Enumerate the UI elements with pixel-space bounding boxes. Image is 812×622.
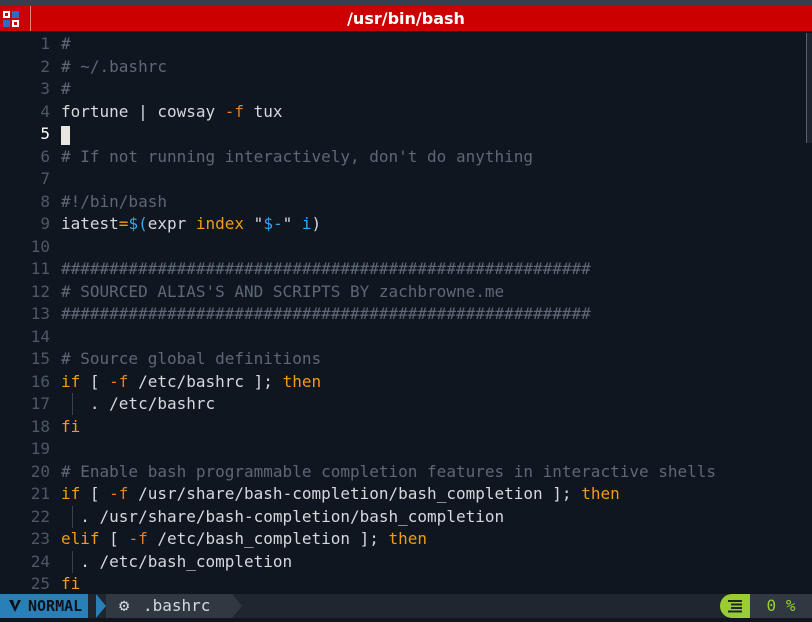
line-number: 6 [40, 146, 50, 166]
code-line[interactable]: 22 . /usr/share/bash-completion/bash_com… [0, 505, 806, 528]
line-number: 9 [40, 214, 50, 233]
line-number: 25 [30, 574, 50, 592]
line-number: 3 [40, 79, 50, 98]
line-text: # [61, 34, 71, 53]
line-text: # ~/.bashrc [61, 56, 167, 76]
line-number: 17 [30, 394, 50, 413]
text-cursor [61, 126, 70, 145]
code-line[interactable]: 4 fortune | cowsay -f tux [0, 101, 806, 123]
code-line[interactable]: 11 ######################################… [0, 258, 806, 280]
code-line[interactable]: 1 # [0, 33, 806, 55]
line-text: #!/bin/bash [61, 191, 167, 211]
line-number: 16 [30, 371, 50, 391]
scrollbar-thumb[interactable] [806, 33, 812, 143]
code-line[interactable]: 8 #!/bin/bash [0, 191, 806, 213]
line-text: # SOURCED ALIAS'S AND SCRIPTS BY zachbro… [61, 281, 505, 301]
scroll-percent: 0 % [750, 594, 812, 618]
code-line[interactable]: 24 . /etc/bash_completion [0, 550, 806, 573]
line-number: 10 [30, 236, 50, 256]
mode-label: NORMAL [28, 597, 83, 615]
line-text: fi [61, 574, 81, 592]
code-line[interactable]: 5 [0, 123, 806, 145]
line-number: 22 [30, 506, 50, 526]
file-name: .bashrc [143, 596, 211, 615]
code-line[interactable]: 6 # If not running interactively, don't d… [0, 146, 806, 168]
indent-guide [72, 505, 73, 528]
line-number: 24 [30, 551, 50, 571]
line-number: 8 [40, 191, 50, 211]
window-title: /usr/bin/bash [347, 9, 465, 28]
line-number: 14 [30, 326, 50, 346]
window-bottom-border [0, 618, 812, 622]
line-number: 15 [30, 349, 50, 368]
line-number: 7 [40, 169, 50, 188]
line-number: 23 [30, 529, 50, 548]
line-text: if [ -f /etc/bashrc ]; then [61, 371, 322, 391]
line-number: 21 [30, 484, 50, 503]
line-number: 11 [30, 259, 50, 278]
lines-icon [728, 600, 742, 613]
line-text: if [ -f /usr/share/bash-completion/bash_… [61, 484, 620, 503]
line-text: iatest=$(expr index "$-" i) [61, 214, 322, 233]
line-text: ########################################… [61, 304, 591, 323]
line-number: 1 [40, 34, 50, 53]
status-line: NORMAL ⚙ .bashrc 0 % [0, 594, 812, 618]
line-text: # Source global definitions [61, 349, 322, 368]
line-number: 13 [30, 304, 50, 323]
line-number: 20 [30, 461, 50, 481]
code-line[interactable]: 9 iatest=$(expr index "$-" i) [0, 213, 806, 235]
code-line[interactable]: 16 if [ -f /etc/bashrc ]; then [0, 371, 806, 393]
code-line[interactable]: 21 if [ -f /usr/share/bash-completion/bas… [0, 483, 806, 505]
code-line[interactable]: 10 [0, 236, 806, 258]
vim-icon [8, 594, 22, 618]
line-number: 18 [30, 416, 50, 436]
line-number: 2 [40, 56, 50, 76]
code-line[interactable]: 14 [0, 326, 806, 348]
line-text: elif [ -f /etc/bash_completion ]; then [61, 529, 428, 548]
line-text: fortune | cowsay -f tux [61, 101, 283, 121]
indent-guide [72, 393, 73, 415]
code-line[interactable]: 17 . /etc/bashrc [0, 393, 806, 415]
line-number: 5 [40, 124, 50, 143]
code-line[interactable]: 12 # SOURCED ALIAS'S AND SCRIPTS BY zachb… [0, 281, 806, 303]
line-text: # If not running interactively, don't do… [61, 146, 534, 166]
editor-area[interactable]: 1 #2 # ~/.bashrc 3 #4 fortune | cowsay -f tux… [0, 32, 812, 592]
line-text: . /usr/share/bash-completion/bash_comple… [61, 506, 505, 526]
mode-separator [96, 594, 106, 618]
code-line[interactable]: 2 # ~/.bashrc [0, 56, 806, 78]
code-line[interactable]: 20 # Enable bash programmable completion … [0, 461, 806, 483]
line-text: # Enable bash programmable completion fe… [61, 461, 717, 481]
line-number: 12 [30, 281, 50, 301]
line-text: . /etc/bashrc [61, 394, 216, 413]
line-text: # [61, 79, 71, 98]
gear-icon: ⚙ [119, 596, 130, 616]
position-segment [720, 594, 750, 618]
line-number: 19 [30, 439, 50, 458]
line-text: . /etc/bash_completion [61, 551, 293, 571]
code-line[interactable]: 15 # Source global definitions [0, 348, 806, 370]
mode-indicator: NORMAL [0, 594, 89, 618]
code-line[interactable]: 13 ######################################… [0, 303, 806, 325]
title-bar[interactable]: /usr/bin/bash [0, 6, 812, 31]
file-separator [232, 594, 242, 618]
code-line[interactable]: 25 fi [0, 573, 806, 592]
code-line[interactable]: 18 fi [0, 416, 806, 438]
line-number: 4 [40, 101, 50, 121]
code-line[interactable]: 7 [0, 168, 806, 190]
line-text: fi [61, 416, 81, 436]
code-line[interactable]: 19 [0, 438, 806, 460]
indent-guide [72, 550, 73, 573]
code-line[interactable]: 23 elif [ -f /etc/bash_completion ]; then [0, 528, 806, 550]
code-line[interactable]: 3 # [0, 78, 806, 100]
line-text: ########################################… [61, 259, 591, 278]
